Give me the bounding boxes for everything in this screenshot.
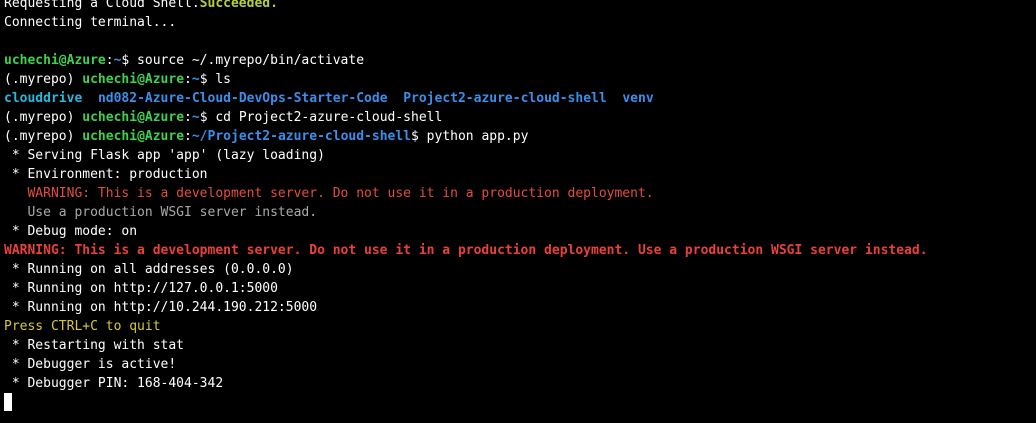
terminal-line: WARNING: This is a development server. D… (4, 241, 1036, 260)
terminal-text: * Running on http://10.244.190.212:5000 (4, 300, 318, 315)
terminal-output[interactable]: Requesting a Cloud Shell.Succeeded. Conne… (4, 0, 1036, 412)
terminal-text: * Environment: production (4, 167, 208, 182)
terminal-line: * Debugger is active! (4, 355, 1036, 374)
terminal-text: Succeeded. (199, 0, 278, 11)
terminal-text: Connecting terminal... (4, 15, 177, 30)
terminal-text: * Running on http://127.0.0.1:5000 (4, 281, 278, 296)
terminal-text: Project2-azure-cloud-shell (403, 91, 607, 106)
terminal-text: uchechi@Azure (4, 53, 106, 68)
terminal-text: uchechi@Azure (82, 110, 185, 125)
text-cursor (4, 393, 12, 411)
terminal-text: ~ (191, 72, 200, 87)
terminal-text: Requesting a Cloud Shell. (4, 0, 200, 11)
terminal-text: : (184, 110, 192, 125)
terminal-text: $ ls (199, 72, 231, 87)
terminal-line: Connecting terminal... (4, 13, 1036, 32)
terminal-line: clouddrive nd082-Azure-Cloud-DevOps-Star… (4, 89, 1036, 108)
terminal-text: * Running on all addresses (0.0.0.0) (4, 262, 294, 277)
terminal-line: * Debug mode: on (4, 222, 1036, 241)
terminal-line: * Running on all addresses (0.0.0.0) (4, 260, 1036, 279)
terminal-line: (.myrepo) uchechi@Azure:~/Project2-azure… (4, 127, 1036, 146)
terminal-text: ~/Project2-azure-cloud-shell (191, 129, 412, 144)
terminal-line: * Restarting with stat (4, 336, 1036, 355)
terminal-text: Use a production WSGI server instead. (4, 205, 318, 220)
terminal-text: nd082-Azure-Cloud-DevOps-Starter-Code (97, 91, 388, 106)
terminal-line: * Running on http://10.244.190.212:5000 (4, 298, 1036, 317)
terminal-line: Use a production WSGI server instead. (4, 203, 1036, 222)
terminal-line: (.myrepo) uchechi@Azure:~$ cd Project2-a… (4, 108, 1036, 127)
terminal-line: * Running on http://127.0.0.1:5000 (4, 279, 1036, 298)
terminal-text: : (105, 53, 114, 68)
terminal-text: ~ (191, 110, 200, 125)
terminal-text: WARNING: This is a development server. D… (4, 243, 928, 258)
terminal-text: $ source ~/.myrepo/bin/activate (121, 53, 365, 68)
terminal-text: uchechi@Azure (82, 72, 185, 87)
terminal-line: (.myrepo) uchechi@Azure:~$ ls (4, 70, 1036, 89)
terminal-line: * Environment: production (4, 165, 1036, 184)
terminal-text: $ cd Project2-azure-cloud-shell (199, 110, 443, 125)
terminal-input-line[interactable] (4, 393, 1036, 412)
terminal-text: * Debug mode: on (4, 224, 138, 239)
terminal-text: Press CTRL+C to quit (4, 319, 161, 334)
terminal-line: WARNING: This is a development server. D… (4, 184, 1036, 203)
terminal-text: * Restarting with stat (4, 338, 185, 353)
terminal-line: * Debugger PIN: 168-404-342 (4, 374, 1036, 393)
terminal-text: : (184, 129, 192, 144)
terminal-text: (.myrepo) (4, 110, 83, 125)
terminal-line: * Serving Flask app 'app' (lazy loading) (4, 146, 1036, 165)
terminal-line: Press CTRL+C to quit (4, 317, 1036, 336)
terminal-text: (.myrepo) (4, 72, 83, 87)
terminal-text: clouddrive (4, 91, 83, 106)
terminal-text: WARNING: This is a development server. D… (4, 186, 654, 201)
terminal-text: uchechi@Azure (82, 129, 185, 144)
terminal-text: : (184, 72, 192, 87)
terminal-text: $ python app.py (411, 129, 529, 144)
terminal-text: * Debugger is active! (4, 357, 177, 372)
terminal-line: uchechi@Azure:~$ source ~/.myrepo/bin/ac… (4, 51, 1036, 70)
terminal-text: venv (622, 91, 654, 106)
terminal-text: (.myrepo) (4, 129, 83, 144)
terminal-line: Requesting a Cloud Shell.Succeeded. (4, 0, 1036, 13)
terminal-text: * Serving Flask app 'app' (lazy loading) (4, 148, 325, 163)
terminal-text: * Debugger PIN: 168-404-342 (4, 376, 224, 391)
